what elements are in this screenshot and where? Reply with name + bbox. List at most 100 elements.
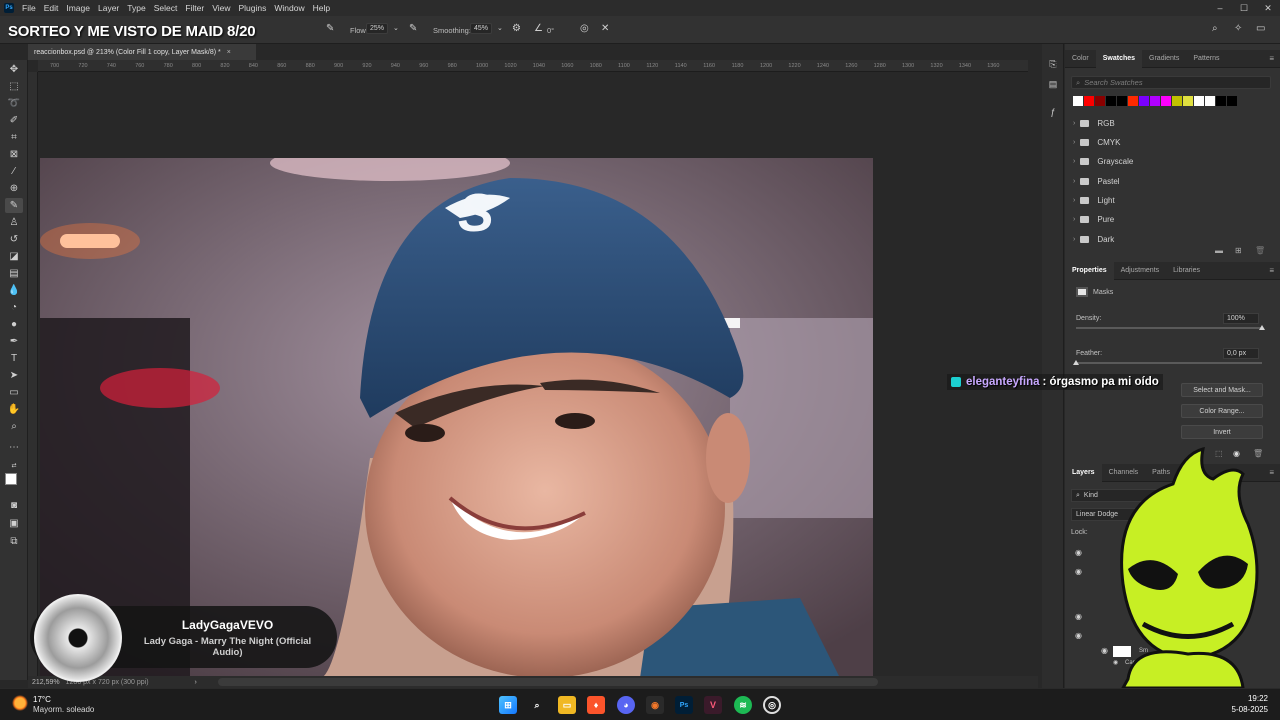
clock-date[interactable]: 5-08-2025 — [1232, 705, 1268, 714]
invert-button[interactable]: Invert — [1181, 425, 1263, 439]
swatch-folder-dark[interactable]: › Dark — [1073, 232, 1114, 246]
swatch-folder-cmyk[interactable]: › CMYK — [1073, 135, 1120, 149]
path-selection-tool-icon[interactable]: ➤ — [5, 368, 23, 383]
quick-mask-icon[interactable]: ◙ — [5, 498, 23, 513]
feather-input[interactable]: 0,0 px — [1223, 348, 1259, 359]
weather-temperature[interactable]: 17°C — [33, 695, 51, 704]
airbrush-pressure-icon[interactable]: ✎ — [326, 23, 334, 34]
swatch-chip[interactable] — [1095, 96, 1105, 106]
app-taskbar-icon[interactable]: V — [704, 696, 722, 714]
tab-swatches[interactable]: Swatches — [1095, 49, 1143, 68]
quick-selection-tool-icon[interactable]: ✐ — [5, 113, 23, 128]
density-slider-handle[interactable] — [1259, 325, 1265, 330]
swatch-folder-rgb[interactable]: › RGB — [1073, 116, 1115, 130]
history-brush-tool-icon[interactable]: ↺ — [5, 232, 23, 247]
tab-layers[interactable]: Layers — [1065, 463, 1102, 482]
new-group-icon[interactable]: ▬ — [1215, 246, 1223, 255]
sponge-tool-icon[interactable]: ● — [5, 317, 23, 332]
swatch-chip[interactable] — [1161, 96, 1171, 106]
document-tab[interactable]: reaccionbox.psd @ 213% (Color Fill 1 cop… — [28, 44, 256, 60]
menu-help[interactable]: Help — [313, 3, 330, 13]
swap-colors-icon[interactable]: ⇄ — [5, 458, 23, 473]
swatch-chip[interactable] — [1150, 96, 1160, 106]
airbrush-icon[interactable]: ✎ — [409, 23, 417, 34]
menu-edit[interactable]: Edit — [44, 3, 59, 13]
delete-swatch-icon[interactable]: 🗑 — [1255, 246, 1265, 255]
blur-tool-icon[interactable]: 💧 — [5, 283, 23, 298]
swatch-folder-light[interactable]: › Light — [1073, 193, 1115, 207]
symmetry-icon[interactable]: ✕ — [601, 23, 609, 34]
brush-tool-icon[interactable]: ✎ — [5, 198, 23, 213]
feather-slider[interactable] — [1076, 362, 1262, 364]
lasso-tool-icon[interactable]: ➰ — [5, 96, 23, 111]
menu-file[interactable]: File — [22, 3, 36, 13]
close-tab-icon[interactable]: × — [227, 49, 231, 56]
smoothing-input[interactable]: 45% — [470, 23, 493, 34]
panel-menu-icon[interactable]: ≡ — [1269, 468, 1274, 477]
lightbulb-icon[interactable]: ✧ — [1234, 23, 1242, 34]
swatch-chip[interactable] — [1205, 96, 1215, 106]
photoshop-taskbar-icon[interactable]: Ps — [675, 696, 693, 714]
panel-menu-icon[interactable]: ≡ — [1269, 54, 1274, 63]
fx-icon[interactable]: ƒ — [1047, 106, 1059, 118]
panel-menu-icon[interactable]: ≡ — [1269, 266, 1274, 275]
flow-dropdown-icon[interactable]: ⌄ — [393, 24, 399, 32]
move-tool-icon[interactable]: ✥ — [5, 62, 23, 77]
menu-layer[interactable]: Layer — [98, 3, 119, 13]
select-and-mask-button[interactable]: Select and Mask... — [1181, 383, 1263, 397]
swatch-chip[interactable] — [1183, 96, 1193, 106]
layer-visibility-eye-icon[interactable]: ◉ — [1101, 646, 1108, 655]
weather-sun-icon[interactable] — [12, 695, 28, 711]
search-taskbar-icon[interactable]: ⌕ — [528, 696, 546, 714]
blender-icon[interactable]: ◉ — [646, 696, 664, 714]
hand-tool-icon[interactable]: ✋ — [5, 402, 23, 417]
zoom-level[interactable]: 212,59% — [32, 679, 60, 686]
screen-mode-icon[interactable]: ▣ — [5, 516, 23, 531]
close-window-button[interactable]: ✕ — [1256, 0, 1280, 16]
tab-patterns[interactable]: Patterns — [1186, 50, 1226, 68]
new-swatch-icon[interactable]: ⊞ — [1235, 246, 1242, 255]
swatch-folder-grayscale[interactable]: › Grayscale — [1073, 154, 1133, 168]
smoothing-dropdown-icon[interactable]: ⌄ — [497, 24, 503, 32]
tab-adjustments[interactable]: Adjustments — [1114, 262, 1167, 280]
obs-icon[interactable]: ◎ — [763, 696, 781, 714]
spotify-icon[interactable]: ≋ — [734, 696, 752, 714]
layer-visibility-eye-icon[interactable]: ◉ — [1075, 548, 1082, 557]
frame-tool-icon[interactable]: ⊠ — [5, 147, 23, 162]
eyedropper-tool-icon[interactable]: ⁄ — [5, 164, 23, 179]
swatch-chip[interactable] — [1194, 96, 1204, 106]
horizontal-scrollbar[interactable] — [218, 678, 878, 686]
gradient-tool-icon[interactable]: ▤ — [5, 266, 23, 281]
pen-tool-icon[interactable]: ✒ — [5, 334, 23, 349]
start-button-icon[interactable]: ⊞ — [499, 696, 517, 714]
menu-select[interactable]: Select — [154, 3, 178, 13]
document-image[interactable]: S — [40, 158, 873, 676]
minimize-button[interactable]: – — [1208, 0, 1232, 16]
menu-plugins[interactable]: Plugins — [238, 3, 266, 13]
menu-filter[interactable]: Filter — [185, 3, 204, 13]
layer-visibility-eye-icon[interactable]: ◉ — [1075, 631, 1082, 640]
more-tools-icon[interactable]: ⋯ — [5, 440, 23, 455]
extras-icon[interactable]: ⧉ — [5, 534, 23, 549]
history-icon[interactable]: ⎘ — [1047, 58, 1059, 70]
file-explorer-icon[interactable]: ▭ — [558, 696, 576, 714]
menu-type[interactable]: Type — [127, 3, 145, 13]
healing-brush-tool-icon[interactable]: ⊕ — [5, 181, 23, 196]
tab-gradients[interactable]: Gradients — [1142, 50, 1186, 68]
maximize-button[interactable]: ☐ — [1232, 0, 1256, 16]
menu-image[interactable]: Image — [66, 3, 90, 13]
swatch-folder-pastel[interactable]: › Pastel — [1073, 174, 1120, 188]
status-arrow-icon[interactable]: › — [195, 679, 197, 686]
foreground-color-swatch[interactable] — [5, 473, 17, 485]
density-slider[interactable] — [1076, 327, 1262, 329]
swatch-chip[interactable] — [1139, 96, 1149, 106]
marquee-tool-icon[interactable]: ⬚ — [5, 79, 23, 94]
swatch-chip[interactable] — [1227, 96, 1237, 106]
pressure-size-icon[interactable]: ◎ — [580, 23, 589, 34]
eraser-tool-icon[interactable]: ◪ — [5, 249, 23, 264]
color-range-button[interactable]: Color Range... — [1181, 404, 1263, 418]
crop-tool-icon[interactable]: ⌗ — [5, 130, 23, 145]
layer-visibility-eye-icon[interactable]: ◉ — [1075, 612, 1082, 621]
gear-icon[interactable]: ⚙ — [512, 23, 521, 34]
feather-slider-handle[interactable] — [1073, 360, 1079, 365]
